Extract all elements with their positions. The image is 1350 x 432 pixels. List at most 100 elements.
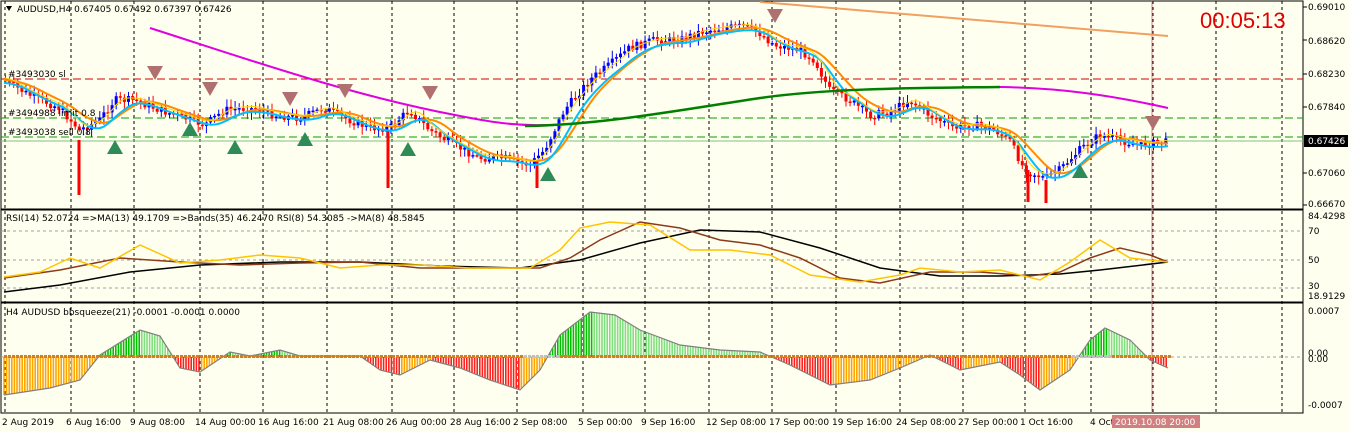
candle <box>873 117 877 120</box>
squeeze-dot <box>76 355 79 358</box>
squeeze-dot <box>988 355 991 358</box>
squeeze-dot <box>1020 355 1023 358</box>
squeeze-dot <box>688 355 691 358</box>
time-label: 24 Sep 08:00 <box>896 418 956 428</box>
candle <box>352 123 356 126</box>
squeeze-dot <box>932 355 935 358</box>
squeeze-dot <box>8 355 11 358</box>
candle <box>405 112 409 115</box>
squeeze-dot <box>244 355 247 358</box>
squeeze-dot <box>476 355 479 358</box>
squeeze-dot <box>1036 355 1039 358</box>
candle <box>475 155 479 157</box>
squeeze-dot <box>344 355 347 358</box>
candle <box>53 106 57 109</box>
squeeze-dot <box>1076 355 1079 358</box>
candle <box>438 132 442 137</box>
squeeze-dot <box>332 355 335 358</box>
chart-workspace[interactable]: #3493030 sl #3494988 limit 0.8 #3493038 … <box>0 0 1350 432</box>
squeeze-dot <box>808 355 811 358</box>
price-label: 0.69010 <box>1308 3 1345 13</box>
squeeze-dot <box>1092 355 1095 358</box>
squeeze-dot <box>1028 355 1031 358</box>
squeeze-dot <box>824 355 827 358</box>
rsi-axis-label: 18.9129 <box>1308 292 1345 302</box>
squeeze-dot <box>208 355 211 358</box>
squeeze-dot <box>668 355 671 358</box>
squeeze-dot <box>864 355 867 358</box>
squeeze-dot <box>144 355 147 358</box>
squeeze-dot <box>1144 355 1147 358</box>
squeeze-dot <box>1044 355 1047 358</box>
squeeze-dot <box>644 355 647 358</box>
squeeze-dot <box>560 355 563 358</box>
squeeze-dot <box>308 355 311 358</box>
squeeze-dot <box>480 355 483 358</box>
squeeze-dot <box>912 355 915 358</box>
price-label: 0.66670 <box>1308 200 1345 210</box>
squeeze-dot <box>104 355 107 358</box>
candle <box>643 40 647 49</box>
candle <box>426 122 430 130</box>
time-label: 5 Sep 00:00 <box>578 418 633 428</box>
squeeze-dot <box>312 355 315 358</box>
squeeze-dot <box>512 355 515 358</box>
time-label: 14 Aug 00:00 <box>195 418 256 428</box>
squeeze-dot <box>1132 355 1135 358</box>
candle <box>561 114 565 120</box>
squeeze-dot <box>448 355 451 358</box>
squeeze-dot <box>1072 355 1075 358</box>
squeeze-dot <box>840 355 843 358</box>
squeeze-dot <box>200 355 203 358</box>
squeeze-dot <box>1016 355 1019 358</box>
candle <box>323 111 327 113</box>
squeeze-dot <box>888 355 891 358</box>
squeeze-dot <box>140 355 143 358</box>
squeeze-dot <box>924 355 927 358</box>
squeeze-dot <box>1112 355 1115 358</box>
candle <box>471 155 475 157</box>
squeeze-dot <box>460 355 463 358</box>
squeeze-dot <box>528 355 531 358</box>
squeeze-dot <box>204 355 207 358</box>
squeeze-dot <box>692 355 695 358</box>
squeeze-dot <box>80 355 83 358</box>
squeeze-dot <box>652 355 655 358</box>
squeeze-dot <box>340 355 343 358</box>
candle <box>127 96 130 102</box>
time-label: 1 Oct 16:00 <box>1020 418 1073 428</box>
squeeze-dot <box>1024 355 1027 358</box>
squeeze-dot <box>1052 355 1055 358</box>
candle <box>233 108 237 111</box>
squeeze-dot <box>392 355 395 358</box>
squeeze-dot <box>980 355 983 358</box>
squeeze-dot <box>16 355 19 358</box>
squeeze-dot <box>544 355 547 358</box>
squeeze-dot <box>608 355 611 358</box>
squeeze-dot <box>184 355 187 358</box>
squeeze-dot <box>972 355 975 358</box>
squeeze-dot <box>676 355 679 358</box>
squeeze-dot <box>500 355 503 358</box>
rsi-axis-label: 84.4298 <box>1308 212 1345 222</box>
squeeze-dot <box>132 355 135 358</box>
squeeze-dot <box>1152 355 1155 358</box>
squeeze-dot <box>360 355 363 358</box>
squeeze-dot <box>260 355 263 358</box>
current-price-label: 0.67426 <box>1308 137 1345 147</box>
squeeze-dot <box>156 355 159 358</box>
time-axis[interactable]: 2 Aug 2019 6 Aug 16:00 9 Aug 08:00 14 Aug 0… <box>2 418 1115 428</box>
candle <box>487 159 491 162</box>
squeeze-dot <box>1012 355 1015 358</box>
squeeze-dot <box>468 355 471 358</box>
price-label: 0.67840 <box>1308 103 1345 113</box>
squeeze-dot <box>492 355 495 358</box>
squeeze-dot <box>400 355 403 358</box>
candle <box>934 117 938 120</box>
candle <box>819 67 823 77</box>
squeeze-dot <box>60 355 63 358</box>
squeeze-dot <box>724 355 727 358</box>
squeeze-dot <box>412 355 415 358</box>
squeeze-dot <box>324 355 327 358</box>
candle <box>828 81 832 87</box>
